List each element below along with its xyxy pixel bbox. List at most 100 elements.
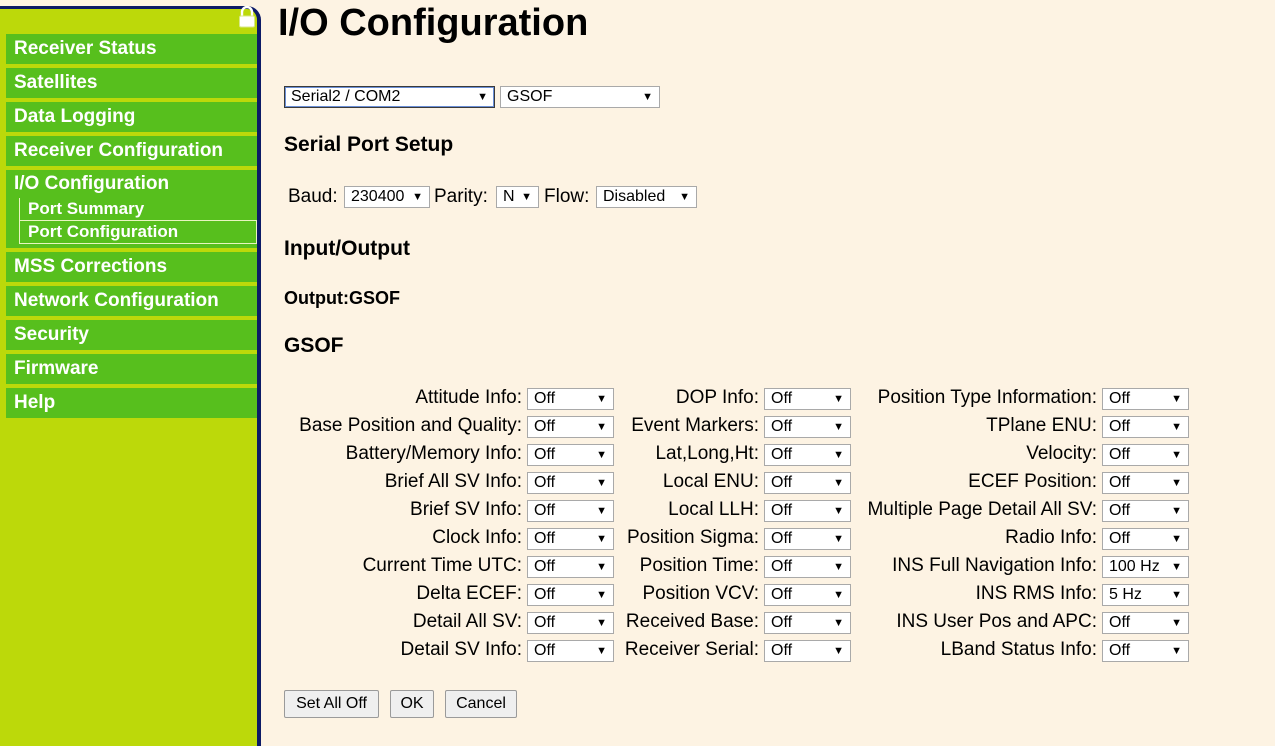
gsof-label: Position Sigma: [626,527,759,548]
sidebar-subitem-port-configuration[interactable]: Port Configuration [19,220,257,244]
chevron-down-icon: ▼ [596,645,607,657]
cancel-button[interactable]: Cancel [445,690,517,718]
chevron-down-icon: ▼ [477,91,488,103]
sidebar-item-data-logging[interactable]: Data Logging [6,102,257,132]
gsof-rate-value: Off [534,474,556,491]
parity-select-value: N [503,188,515,205]
gsof-rate-select[interactable]: Off ▼ [1102,416,1189,438]
sidebar-item-receiver-configuration[interactable]: Receiver Configuration [6,136,257,166]
chevron-down-icon: ▼ [1171,645,1182,657]
gsof-label: Detail All SV: [412,611,522,632]
gsof-rate-value: Off [534,558,556,575]
chevron-down-icon: ▼ [1171,505,1182,517]
gsof-rate-select[interactable]: Off ▼ [764,528,851,550]
chevron-down-icon: ▼ [1171,561,1182,573]
port-select-value: Serial2 / COM2 [291,88,401,105]
gsof-rate-select[interactable]: Off ▼ [527,472,614,494]
set-all-off-button[interactable]: Set All Off [284,690,379,718]
gsof-rate-select[interactable]: Off ▼ [527,388,614,410]
gsof-rate-select[interactable]: Off ▼ [527,556,614,578]
flow-select-value: Disabled [603,188,666,205]
gsof-rate-value: Off [771,530,793,547]
chevron-down-icon: ▼ [833,589,844,601]
gsof-label: Velocity: [1026,443,1097,464]
gsof-rate-select[interactable]: Off ▼ [764,584,851,606]
ok-button[interactable]: OK [390,690,434,718]
sidebar-item-io-configuration[interactable]: I/O Configuration [6,170,257,198]
sidebar-subitem-port-summary[interactable]: Port Summary [19,198,257,220]
chevron-down-icon: ▼ [1171,589,1182,601]
chevron-down-icon: ▼ [1171,617,1182,629]
sidebar-item-receiver-status[interactable]: Receiver Status [6,34,257,64]
gsof-rate-select[interactable]: Off ▼ [1102,640,1189,662]
chevron-down-icon: ▼ [596,477,607,489]
sidebar-item-help[interactable]: Help [6,388,257,418]
gsof-rate-select[interactable]: Off ▼ [764,444,851,466]
gsof-label: Local LLH: [668,499,759,520]
gsof-label: Brief SV Info: [410,499,522,520]
gsof-rate-select[interactable]: Off ▼ [764,416,851,438]
gsof-label: Local ENU: [662,471,759,492]
gsof-rate-value: Off [1109,390,1131,407]
gsof-rate-select[interactable]: Off ▼ [764,640,851,662]
gsof-label: Position VCV: [642,583,759,604]
gsof-rate-select[interactable]: Off ▼ [527,444,614,466]
sidebar-item-network-configuration[interactable]: Network Configuration [6,286,257,316]
chevron-down-icon: ▼ [679,191,690,203]
gsof-rate-select[interactable]: Off ▼ [527,528,614,550]
gsof-rate-select[interactable]: Off ▼ [1102,444,1189,466]
chevron-down-icon: ▼ [596,421,607,433]
gsof-rate-select[interactable]: Off ▼ [1102,528,1189,550]
gsof-rate-select[interactable]: 5 Hz ▼ [1102,584,1189,606]
sidebar-item-satellites[interactable]: Satellites [6,68,257,98]
sidebar-item-security[interactable]: Security [6,320,257,350]
gsof-rate-select[interactable]: Off ▼ [764,612,851,634]
gsof-rate-value: Off [771,586,793,603]
chevron-down-icon: ▼ [521,191,532,203]
port-select[interactable]: Serial2 / COM2 ▼ [284,86,495,108]
gsof-rate-select[interactable]: Off ▼ [764,388,851,410]
gsof-rate-select[interactable]: Off ▼ [527,500,614,522]
sidebar-group-io-configuration: I/O Configuration Port Summary Port Conf… [6,170,257,248]
flow-select[interactable]: Disabled ▼ [596,186,697,208]
gsof-rate-value: Off [534,390,556,407]
gsof-label: Event Markers: [631,415,759,436]
chevron-down-icon: ▼ [1171,449,1182,461]
gsof-rate-value: Off [534,446,556,463]
lock-icon [239,6,255,28]
gsof-rate-select[interactable]: Off ▼ [1102,388,1189,410]
chevron-down-icon: ▼ [833,561,844,573]
gsof-rate-select[interactable]: Off ▼ [1102,500,1189,522]
sidebar-item-mss-corrections[interactable]: MSS Corrections [6,252,257,282]
gsof-rate-select[interactable]: Off ▼ [1102,472,1189,494]
gsof-rate-select[interactable]: Off ▼ [527,416,614,438]
gsof-rate-select[interactable]: Off ▼ [527,584,614,606]
gsof-rate-value: Off [771,502,793,519]
baud-select[interactable]: 230400 ▼ [344,186,430,208]
chevron-down-icon: ▼ [1171,533,1182,545]
gsof-rate-value: Off [534,530,556,547]
gsof-rate-value: Off [1109,446,1131,463]
sidebar-item-firmware[interactable]: Firmware [6,354,257,384]
chevron-down-icon: ▼ [1171,393,1182,405]
baud-label: Baud: [288,186,338,207]
gsof-rate-value: Off [771,446,793,463]
gsof-rate-select[interactable]: Off ▼ [764,500,851,522]
serial-port-setup-heading: Serial Port Setup [284,133,454,156]
gsof-rate-select[interactable]: Off ▼ [764,472,851,494]
flow-label: Flow: [544,186,590,207]
gsof-rate-value: Off [1109,614,1131,631]
gsof-rate-value: 100 Hz [1109,558,1160,575]
page-title: I/O Configuration [278,2,589,44]
protocol-select[interactable]: GSOF ▼ [500,86,660,108]
parity-select[interactable]: N ▼ [496,186,539,208]
chevron-down-icon: ▼ [596,561,607,573]
gsof-rate-select[interactable]: Off ▼ [1102,612,1189,634]
gsof-rate-select[interactable]: 100 Hz ▼ [1102,556,1189,578]
gsof-rate-select[interactable]: Off ▼ [764,556,851,578]
gsof-rate-select[interactable]: Off ▼ [527,612,614,634]
chevron-down-icon: ▼ [1171,477,1182,489]
chevron-down-icon: ▼ [833,617,844,629]
gsof-rate-select[interactable]: Off ▼ [527,640,614,662]
gsof-label: Position Time: [639,555,759,576]
